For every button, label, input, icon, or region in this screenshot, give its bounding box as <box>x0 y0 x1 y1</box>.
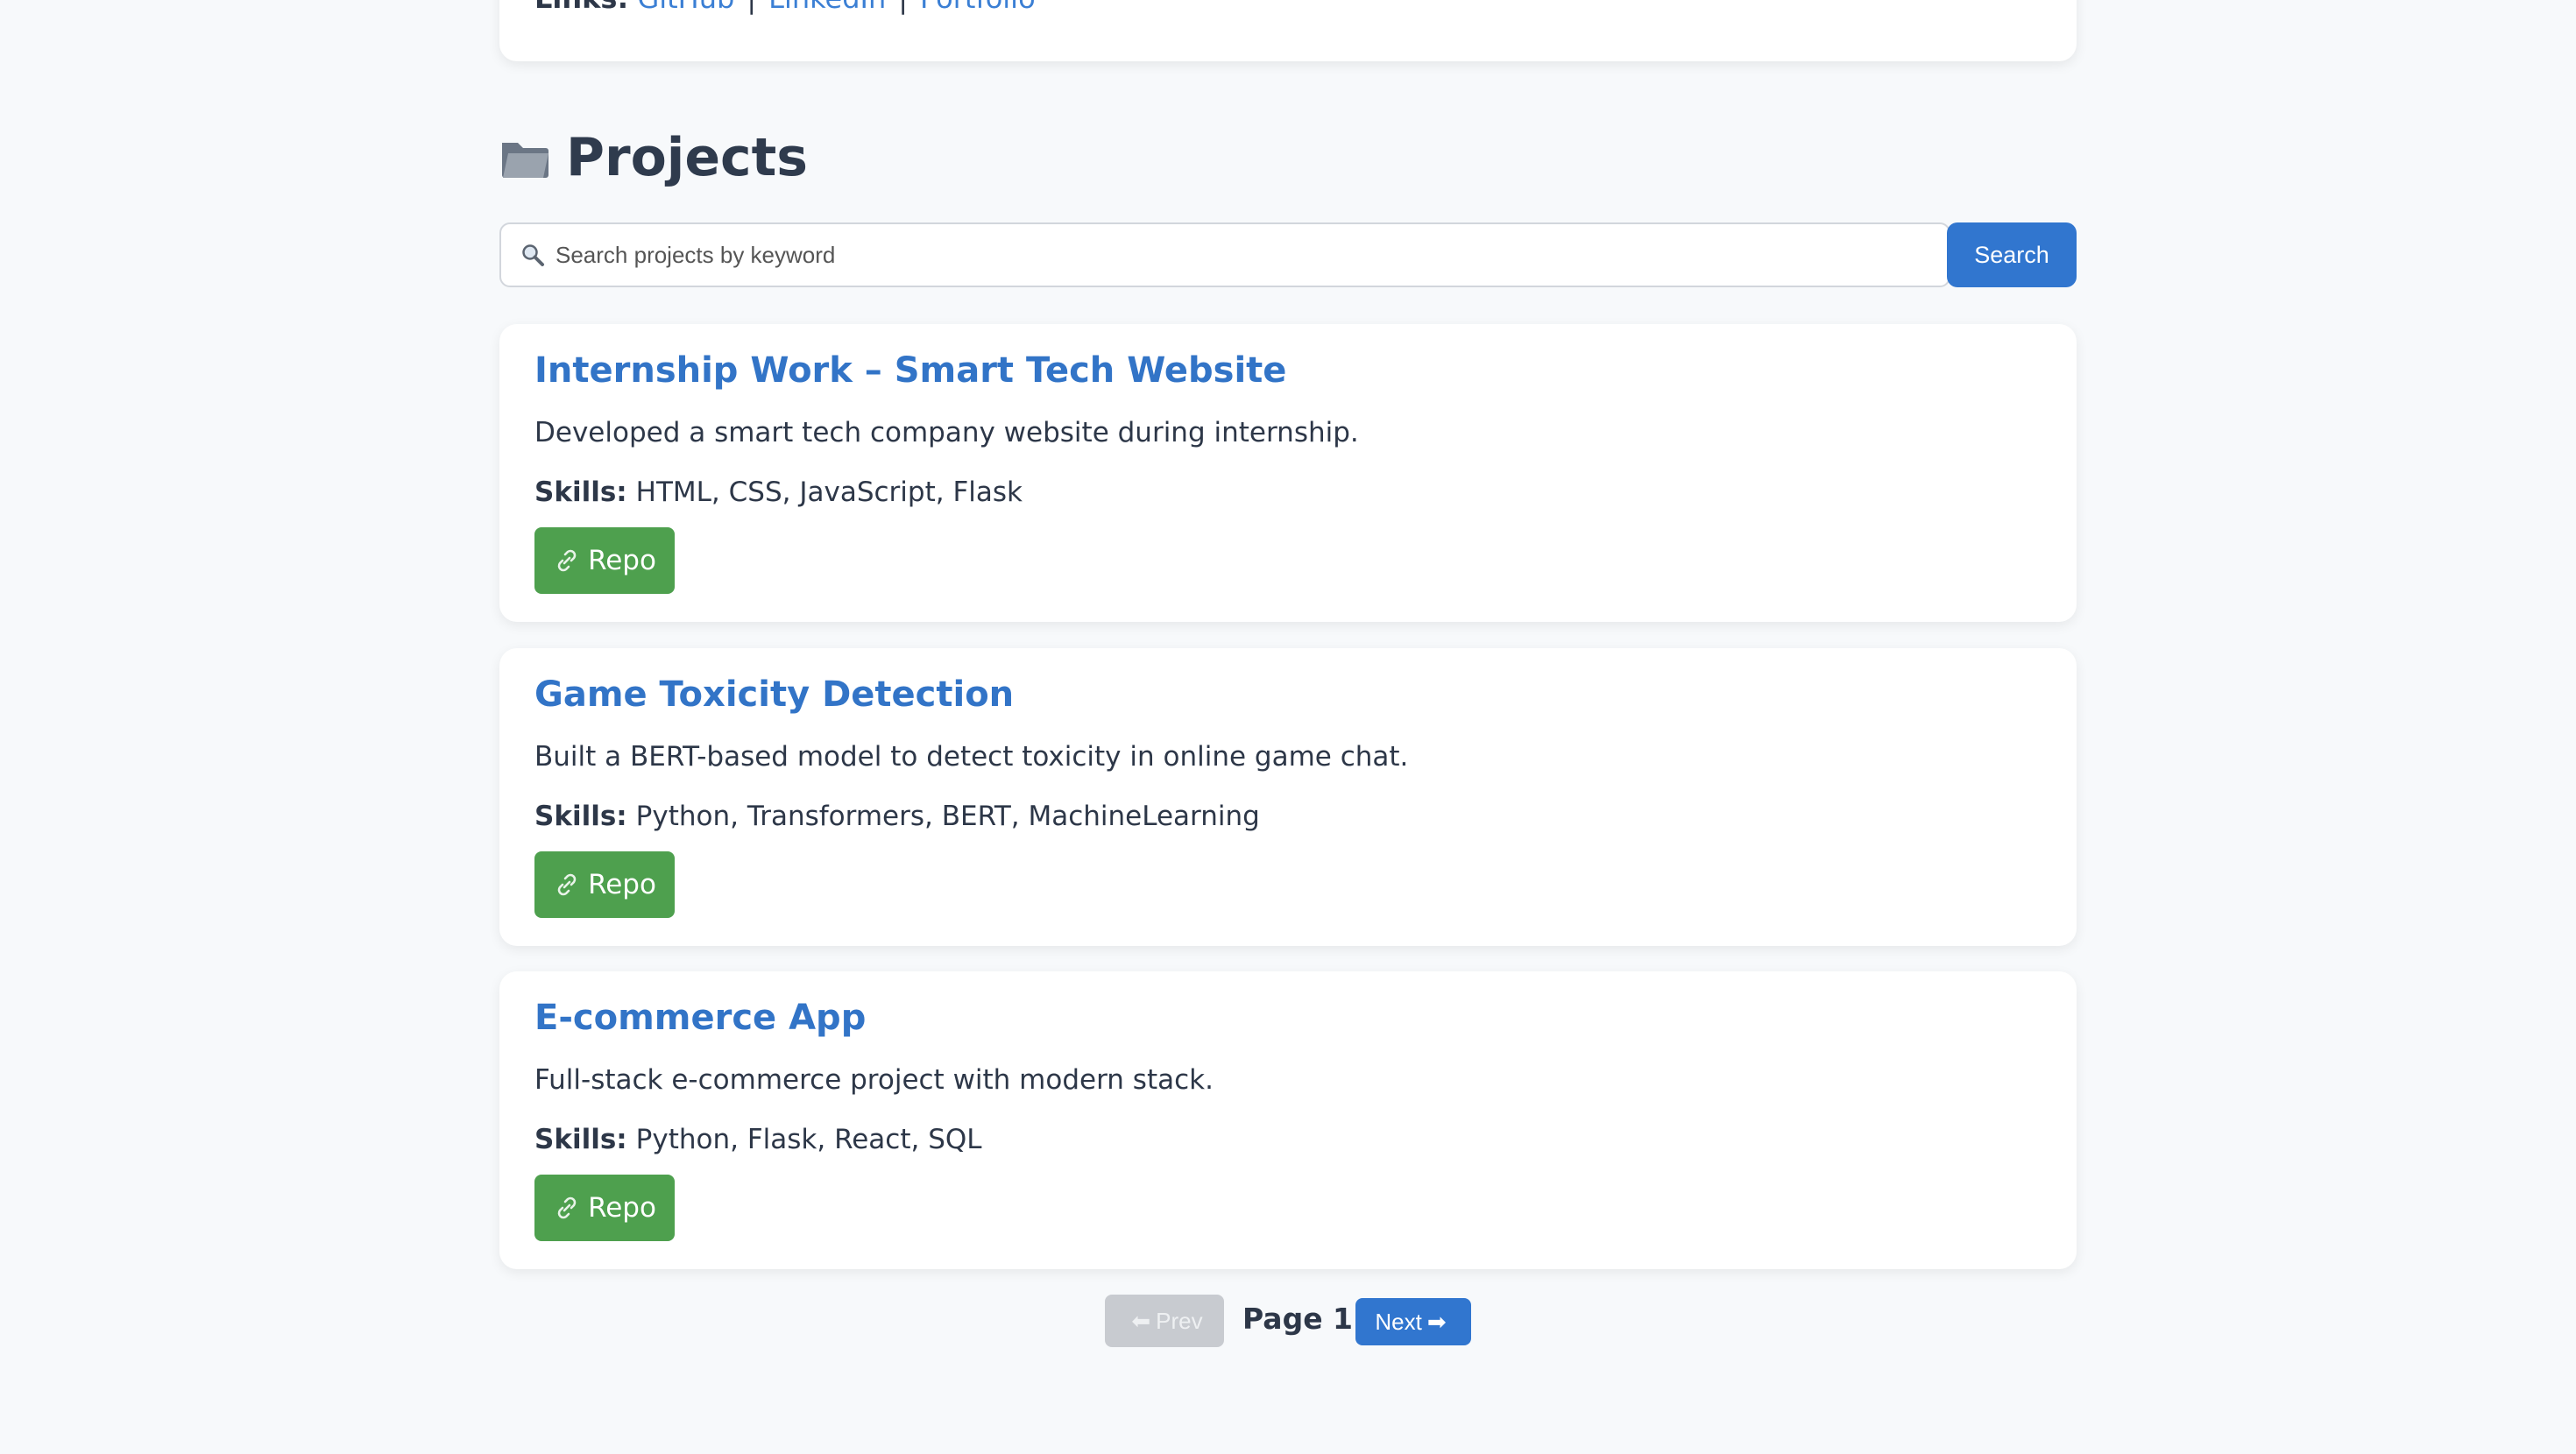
project-title[interactable]: Game Toxicity Detection <box>534 674 1014 715</box>
page-indicator: Page 1 <box>1242 1302 1354 1336</box>
project-card: Game Toxicity Detection Built a BERT-bas… <box>499 648 2077 946</box>
next-button[interactable]: Next ➡ <box>1355 1298 1471 1345</box>
projects-heading-row: Projects <box>499 123 808 193</box>
skills-value: HTML, CSS, JavaScript, Flask <box>635 476 1023 508</box>
search-row: Search <box>499 222 2077 287</box>
repo-button[interactable]: Repo <box>534 527 675 594</box>
arrow-right-icon: ➡ <box>1426 1308 1447 1335</box>
project-description: Developed a smart tech company website d… <box>534 417 1359 448</box>
skills-label: Skills: <box>534 801 627 832</box>
search-field[interactable] <box>499 222 1950 287</box>
link-separator: | <box>898 0 908 15</box>
skills-value: Python, Transformers, BERT, MachineLearn… <box>635 801 1260 832</box>
project-description: Built a BERT-based model to detect toxic… <box>534 741 1409 773</box>
project-skills: Skills: HTML, CSS, JavaScript, Flask <box>534 476 1023 508</box>
project-description: Full-stack e-commerce project with moder… <box>534 1064 1214 1096</box>
search-button[interactable]: Search <box>1947 222 2077 287</box>
projects-heading: Projects <box>566 127 809 188</box>
repo-button[interactable]: Repo <box>534 1175 675 1241</box>
link-portfolio[interactable]: Portfolio <box>920 0 1036 15</box>
skills-label: Skills: <box>534 1124 627 1155</box>
repo-label: Repo <box>588 1192 656 1224</box>
link-icon <box>557 1196 577 1219</box>
next-label: Next <box>1375 1308 1422 1335</box>
link-github[interactable]: GitHub <box>637 0 734 15</box>
repo-label: Repo <box>588 545 656 576</box>
project-title[interactable]: E-commerce App <box>534 998 866 1038</box>
links-line: Links: GitHub | LinkedIn | Portfolio <box>534 0 1036 16</box>
skills-value: Python, Flask, React, SQL <box>635 1124 982 1155</box>
project-card: Internship Work – Smart Tech Website Dev… <box>499 324 2077 622</box>
link-separator: | <box>747 0 756 15</box>
project-card: E-commerce App Full-stack e-commerce pro… <box>499 971 2077 1269</box>
project-skills: Skills: Python, Flask, React, SQL <box>534 1124 982 1155</box>
link-icon <box>557 873 577 896</box>
prev-label: Prev <box>1156 1307 1203 1334</box>
project-title[interactable]: Internship Work – Smart Tech Website <box>534 350 1286 391</box>
project-skills: Skills: Python, Transformers, BERT, Machi… <box>534 801 1260 832</box>
prev-button[interactable]: ⬅ Prev <box>1105 1295 1224 1347</box>
search-input[interactable] <box>554 228 1949 282</box>
links-label: Links: <box>534 0 628 15</box>
arrow-left-icon: ⬅ <box>1131 1307 1151 1334</box>
profile-card: Links: GitHub | LinkedIn | Portfolio <box>499 0 2077 61</box>
link-linkedin[interactable]: LinkedIn <box>768 0 886 15</box>
magnifier-icon <box>522 244 544 266</box>
folder-icon <box>502 143 548 178</box>
skills-label: Skills: <box>534 476 627 508</box>
link-icon <box>557 549 577 572</box>
repo-label: Repo <box>588 869 656 900</box>
pagination: ⬅ Prev Page 1 Next ➡ <box>499 1295 2077 1347</box>
repo-button[interactable]: Repo <box>534 851 675 918</box>
